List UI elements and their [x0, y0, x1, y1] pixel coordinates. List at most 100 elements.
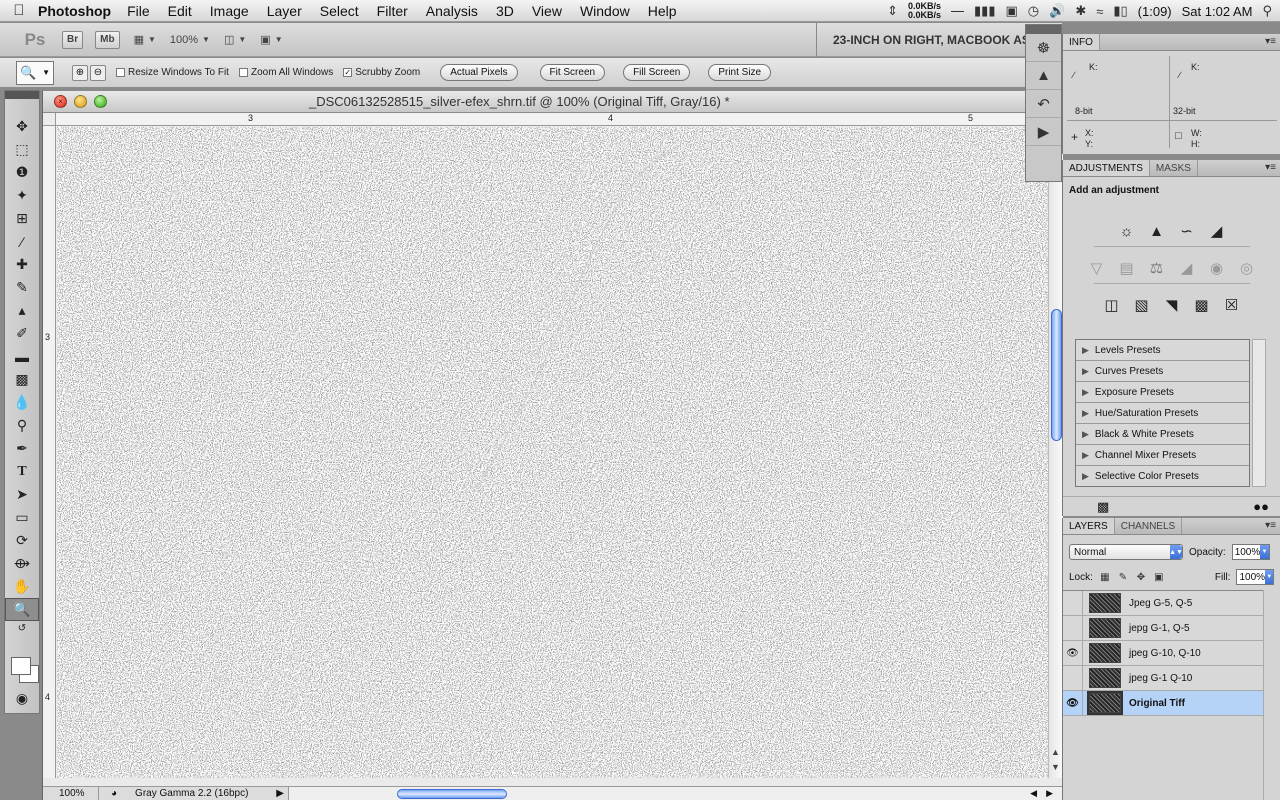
chevron-down-icon[interactable]: ▼ — [1260, 545, 1269, 559]
visibility-toggle[interactable] — [1063, 590, 1083, 616]
volume-icon[interactable]: 🔊 — [1049, 3, 1065, 19]
dock-header[interactable] — [1026, 25, 1061, 34]
gradient-tool-icon[interactable]: ▩ — [5, 368, 39, 391]
list-item[interactable]: ▶ Channel Mixer Presets — [1076, 445, 1249, 466]
zoom-window-icon[interactable] — [94, 95, 107, 108]
threshold-icon[interactable]: ◥ — [1161, 294, 1183, 316]
levels-icon[interactable]: ▲ — [1146, 220, 1168, 242]
cpu-graph-icon[interactable]: ⎯⎯ — [951, 3, 964, 19]
hand-tool-icon[interactable]: ✋ — [5, 575, 39, 598]
tab-channels[interactable]: CHANNELS — [1115, 518, 1183, 534]
menu-filter[interactable]: Filter — [377, 3, 408, 19]
lock-position-icon[interactable]: ✥ — [1135, 571, 1147, 583]
list-item[interactable]: ▶ Selective Color Presets — [1076, 466, 1249, 487]
dodge-tool-icon[interactable]: ⚲ — [5, 414, 39, 437]
print-size-button[interactable]: Print Size — [708, 64, 772, 81]
table-row[interactable]: jpeg G-1 Q-10 — [1063, 665, 1263, 691]
3d-orbit-tool-icon[interactable]: ⟴ — [5, 552, 39, 575]
eye-icon[interactable]: 👁 — [1063, 640, 1083, 666]
actual-pixels-button[interactable]: Actual Pixels — [440, 64, 518, 81]
selective-color-icon[interactable]: ☒ — [1221, 294, 1243, 316]
black-white-icon[interactable]: ◢ — [1176, 257, 1198, 279]
pen-tool-icon[interactable]: ✒ — [5, 437, 39, 460]
zoom-level-dropdown[interactable]: 100% ▼ — [170, 34, 210, 46]
visibility-toggle[interactable] — [1063, 665, 1083, 691]
quick-mask-icon[interactable]: ◉ — [5, 687, 39, 710]
tool-preset-picker[interactable]: 🔍 ▼ — [16, 60, 54, 85]
scroll-up-arrow-icon[interactable]: ▲ — [1051, 747, 1060, 757]
shape-tool-icon[interactable]: ▭ — [5, 506, 39, 529]
menu-edit[interactable]: Edit — [168, 3, 192, 19]
eraser-tool-icon[interactable]: ▬ — [5, 345, 39, 368]
list-item[interactable]: ▶ Curves Presets — [1076, 361, 1249, 382]
menu-help[interactable]: Help — [648, 3, 677, 19]
bluetooth-icon[interactable]: ✱ — [1075, 3, 1086, 19]
resize-windows-checkbox[interactable]: Resize Windows To Fit — [116, 67, 229, 78]
play-arrow-icon[interactable]: ▶ — [276, 787, 288, 800]
tab-info[interactable]: INFO — [1063, 34, 1100, 50]
tools-panel-header[interactable] — [5, 91, 39, 99]
minimize-window-icon[interactable] — [74, 95, 87, 108]
zoom-in-icon[interactable]: ⊕ — [72, 64, 88, 81]
menu-view[interactable]: View — [532, 3, 562, 19]
horizontal-scrollbar[interactable]: ◀ ▶ — [289, 786, 1063, 800]
table-row[interactable]: 👁 jpeg G-10, Q-10 — [1063, 640, 1263, 666]
marquee-tool-icon[interactable]: ⬚ — [5, 138, 39, 161]
type-tool-icon[interactable]: T — [5, 460, 39, 483]
horizontal-ruler[interactable]: 3 4 5 — [56, 113, 1063, 126]
horizontal-scroll-thumb[interactable] — [397, 788, 507, 799]
exposure-icon[interactable]: ◢ — [1206, 220, 1228, 242]
scroll-down-arrow-icon[interactable]: ▼ — [1051, 762, 1060, 772]
brush-tool-icon[interactable]: ✎ — [5, 276, 39, 299]
view-extras-dropdown[interactable]: ▦ ▼ — [134, 33, 156, 46]
clone-stamp-tool-icon[interactable]: ▴ — [5, 299, 39, 322]
clock[interactable]: Sat 1:02 AM — [1182, 4, 1253, 19]
menu-3d[interactable]: 3D — [496, 3, 514, 19]
fill-screen-button[interactable]: Fill Screen — [623, 64, 691, 81]
table-row[interactable]: jepg G-1, Q-5 — [1063, 615, 1263, 641]
launch-bridge-button[interactable]: Br — [62, 30, 84, 49]
blend-mode-select[interactable]: Normal ▲▼ — [1069, 544, 1183, 560]
memory-meter-icon[interactable]: ▮▮▮ — [974, 3, 995, 19]
wifi-icon[interactable]: ≈ — [1096, 4, 1103, 19]
menu-analysis[interactable]: Analysis — [426, 3, 478, 19]
table-row[interactable]: Jpeg G-5, Q-5 — [1063, 590, 1263, 616]
adjustment-options-icon[interactable]: ●● — [1253, 499, 1269, 514]
panel-menu-icon[interactable]: ▾≡ — [1265, 36, 1276, 47]
close-window-icon[interactable]: × — [54, 95, 67, 108]
fill-field[interactable]: 100% ▼ — [1236, 569, 1275, 585]
display-icon[interactable]: ▣ — [1005, 3, 1017, 19]
scroll-left-arrow-icon[interactable]: ◀ — [1030, 788, 1037, 799]
menu-window[interactable]: Window — [580, 3, 630, 19]
vibrance-icon[interactable]: ▽ — [1086, 257, 1108, 279]
zoom-all-windows-checkbox[interactable]: Zoom All Windows — [238, 67, 333, 78]
battery-time[interactable]: (1:09) — [1138, 4, 1172, 19]
eyedropper-tool-icon[interactable]: ∕ — [5, 230, 39, 253]
history-brush-tool-icon[interactable]: ✐ — [5, 322, 39, 345]
crop-tool-icon[interactable]: ⊞ — [5, 207, 39, 230]
actions-icon[interactable]: ▶ — [1026, 118, 1061, 146]
time-machine-icon[interactable]: ◷ — [1028, 3, 1039, 19]
move-tool-icon[interactable]: ✥ — [5, 115, 39, 138]
battery-icon[interactable]: ▮▯ — [1113, 3, 1127, 19]
image-canvas[interactable] — [57, 127, 1048, 778]
clip-to-layer-icon[interactable]: ▩ — [1097, 499, 1109, 515]
vertical-scroll-thumb[interactable] — [1051, 309, 1062, 441]
brightness-contrast-icon[interactable]: ☼ — [1116, 220, 1138, 242]
arrange-documents-dropdown[interactable]: ◫ ▼ — [224, 33, 246, 46]
panel-menu-icon[interactable]: ▾≡ — [1265, 520, 1276, 531]
gradient-map-icon[interactable]: ▩ — [1191, 294, 1213, 316]
history-icon[interactable]: ↶ — [1026, 90, 1061, 118]
visibility-toggle[interactable] — [1063, 615, 1083, 641]
updown-arrows-icon[interactable]: ⇕ — [887, 3, 898, 19]
opacity-field[interactable]: 100% ▼ — [1231, 544, 1270, 560]
list-item[interactable]: ▶ Levels Presets — [1076, 340, 1249, 361]
scroll-right-arrow-icon[interactable]: ▶ — [1046, 788, 1053, 799]
swap-colors-icon[interactable]: ↺ — [5, 621, 39, 635]
tab-masks[interactable]: MASKS — [1150, 160, 1198, 176]
panel-menu-icon[interactable]: ▾≡ — [1265, 162, 1276, 173]
list-item[interactable]: ▶ Black & White Presets — [1076, 424, 1249, 445]
spotlight-search-icon[interactable]: ⚲ — [1262, 3, 1272, 19]
channel-mixer-icon[interactable]: ◎ — [1236, 257, 1258, 279]
ruler-origin[interactable] — [43, 113, 56, 126]
